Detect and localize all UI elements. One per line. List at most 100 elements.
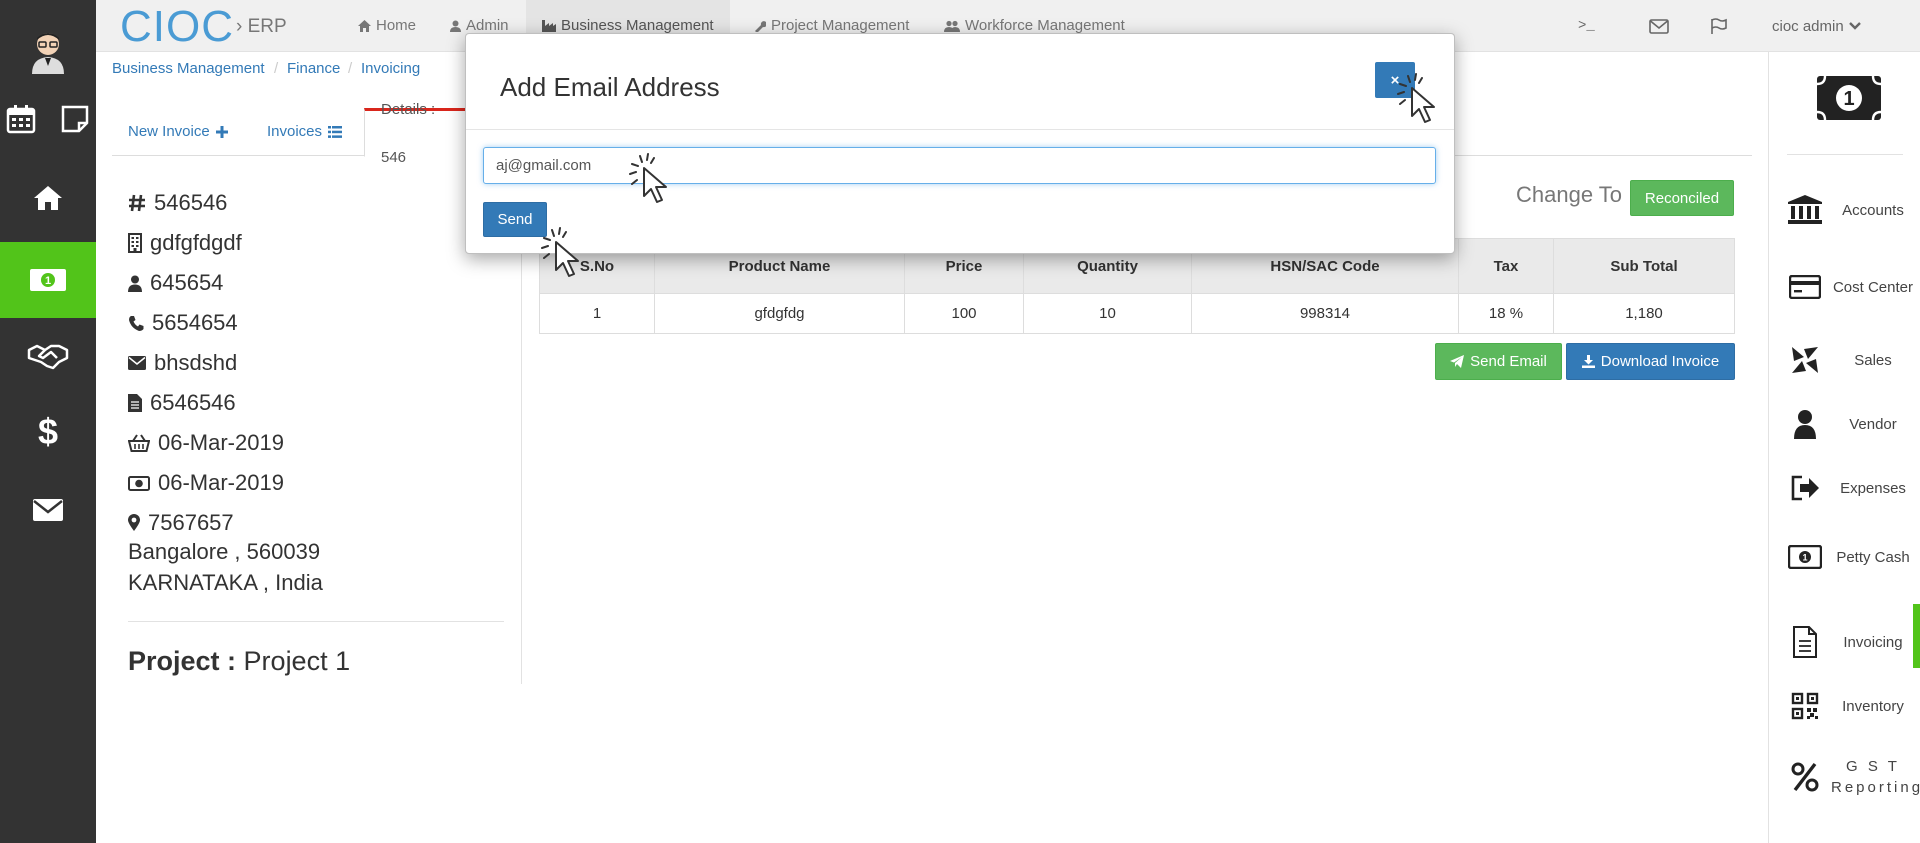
sidebar-item-vendor[interactable]: Vendor	[1769, 392, 1920, 456]
list-icon	[328, 126, 343, 138]
sidebar-item-expenses[interactable]: Expenses	[1769, 456, 1920, 520]
chevron-down-icon	[1848, 22, 1861, 30]
svg-text:1: 1	[1802, 553, 1807, 563]
terminal-icon: >_	[1578, 18, 1595, 34]
sidebar-item-petty-cash[interactable]: 1 Petty Cash	[1769, 520, 1920, 594]
sign-out-icon	[1787, 470, 1823, 506]
send-email-button[interactable]: Send Email	[1435, 343, 1562, 380]
close-icon: ×	[1390, 71, 1400, 89]
invoice-number: 546546	[128, 190, 227, 216]
file-text-icon	[1787, 624, 1823, 660]
avatar-icon	[32, 33, 64, 74]
divider	[128, 621, 504, 622]
shopping-basket-icon	[128, 434, 150, 452]
location-pincode: 7567657	[128, 510, 234, 536]
envelope-icon	[1649, 18, 1669, 34]
table-cell: 100	[904, 293, 1024, 334]
tab-new-invoice-label: New Invoice	[128, 123, 210, 140]
home-icon	[358, 20, 371, 32]
money-icon: 1	[30, 269, 66, 291]
envelope-icon	[128, 356, 146, 370]
project-info: Project : Project 1	[128, 646, 350, 677]
user-menu[interactable]: cioc admin	[1772, 0, 1861, 52]
user-icon	[450, 20, 461, 32]
nav-home-label: Home	[376, 17, 417, 34]
user-menu-label: cioc admin	[1772, 17, 1844, 35]
sticky-note-icon[interactable]	[60, 104, 90, 134]
document-number: 6546546	[128, 390, 236, 416]
breadcrumb-separator: /	[348, 60, 353, 77]
tab-invoices[interactable]: Invoices	[251, 108, 358, 156]
order-date: 06-Mar-2019	[128, 430, 284, 456]
sidebar-handshake[interactable]	[0, 318, 96, 394]
send-button[interactable]: Send	[483, 202, 547, 237]
hashtag-icon	[129, 194, 145, 212]
flag-icon	[1711, 17, 1727, 34]
sidebar-item-gst-reporting[interactable]: G S T Reporting	[1769, 740, 1920, 814]
finance-sidebar: 1 Accounts Cost Center Sales Vendor Expe…	[1768, 52, 1920, 843]
user-avatar[interactable]	[0, 14, 96, 90]
table-cell: 18 %	[1458, 293, 1554, 334]
sidebar-item-accounts[interactable]: Accounts	[1769, 178, 1920, 242]
money-icon: 1	[1787, 539, 1823, 575]
table-cell: 10	[1023, 293, 1192, 334]
column-header: Tax	[1458, 238, 1554, 294]
table-cell: 1,180	[1553, 293, 1735, 334]
change-to-label: Change To	[1516, 182, 1623, 207]
sidebar-item-cost-center[interactable]: Cost Center	[1769, 250, 1920, 324]
reconciled-button-label: Reconciled	[1644, 189, 1720, 207]
pincode-value: 7567657	[148, 510, 234, 535]
left-sidebar: 1 $	[0, 0, 96, 843]
breadcrumb-business-management[interactable]: Business Management	[112, 60, 265, 77]
sidebar-item-label: Sales	[1854, 351, 1892, 369]
messages-button[interactable]	[1649, 0, 1669, 52]
download-invoice-button[interactable]: Download Invoice	[1566, 343, 1735, 380]
sidebar-billing[interactable]: $	[0, 394, 96, 470]
sidebar-item-label: Expenses	[1840, 479, 1906, 497]
download-invoice-label: Download Invoice	[1600, 353, 1720, 370]
tab-invoices-label: Invoices	[267, 123, 323, 140]
sidebar-mail[interactable]	[0, 472, 96, 548]
contact-person: 645654	[128, 270, 223, 296]
brand-logo[interactable]: CIOC	[120, 2, 234, 52]
tab-details[interactable]: Details : 546	[364, 101, 474, 166]
users-icon	[944, 20, 960, 32]
user-icon	[128, 275, 142, 292]
sidebar-home[interactable]	[0, 160, 96, 236]
calendar-icon[interactable]	[6, 104, 36, 134]
terminal-button[interactable]: >_	[1578, 0, 1595, 52]
nav-home[interactable]: Home	[342, 0, 432, 52]
sidebar-item-label: G S T Reporting	[1831, 758, 1920, 796]
sidebar-item-label: Inventory	[1842, 697, 1904, 715]
map-marker-icon	[128, 514, 140, 531]
invoice-number-value: 546546	[154, 190, 228, 215]
project-value: Project 1	[243, 646, 351, 676]
sidebar-item-invoicing[interactable]: Invoicing	[1769, 604, 1920, 674]
email-input[interactable]	[483, 147, 1436, 184]
sidebar-finance[interactable]: 1	[0, 242, 96, 318]
percent-icon	[1787, 759, 1823, 795]
svg-text:1: 1	[1843, 88, 1854, 110]
reconciled-button[interactable]: Reconciled	[1630, 180, 1734, 216]
breadcrumb-invoicing[interactable]: Invoicing	[361, 60, 420, 77]
sidebar-item-inventory[interactable]: Inventory	[1769, 674, 1920, 738]
active-indicator	[1913, 604, 1920, 668]
svg-text:1: 1	[45, 275, 51, 287]
handshake-icon	[27, 344, 69, 370]
envelope-icon	[33, 499, 63, 521]
payment-date-value: 06-Mar-2019	[158, 470, 284, 495]
modal-divider	[466, 129, 1454, 130]
file-text-icon	[128, 394, 142, 412]
bank-icon	[1787, 192, 1823, 228]
sidebar-item-sales[interactable]: Sales	[1769, 328, 1920, 392]
home-icon	[34, 186, 62, 210]
plus-icon	[215, 126, 228, 138]
credit-card-icon	[1787, 269, 1823, 305]
notifications-button[interactable]	[1710, 0, 1728, 52]
modal-close-button[interactable]: ×	[1375, 62, 1415, 98]
tab-new-invoice[interactable]: New Invoice	[112, 108, 244, 156]
breadcrumb-finance[interactable]: Finance	[287, 60, 340, 77]
company-name: gdfgfdgdf	[128, 230, 242, 256]
download-icon	[1581, 355, 1595, 368]
wrench-icon	[755, 21, 766, 32]
